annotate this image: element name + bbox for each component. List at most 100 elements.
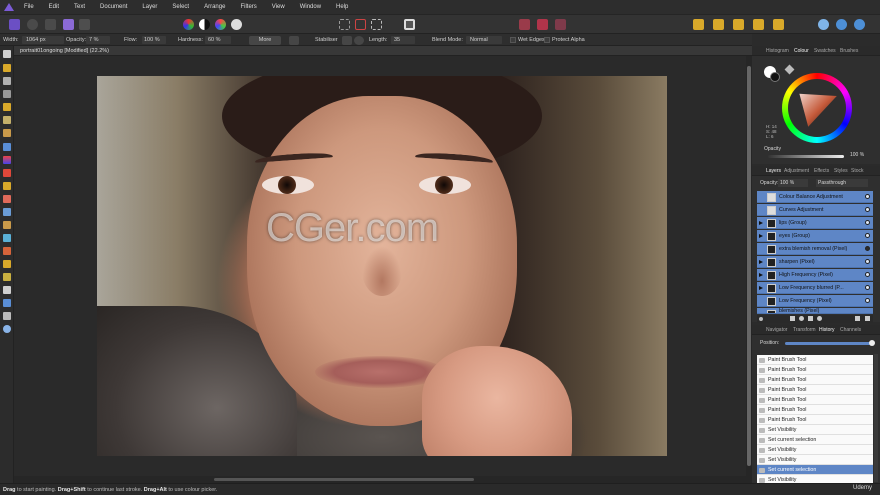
crop-tool-icon[interactable] [3,90,11,98]
pen-tool-icon[interactable] [3,286,11,294]
assistant-icon[interactable] [519,19,530,30]
tab-styles[interactable]: Styles [834,168,848,174]
position-slider[interactable] [785,342,873,345]
history-item[interactable]: Paint Brush Tool [757,395,873,405]
brush-settings-icon[interactable] [289,35,299,45]
blemish-removal-icon[interactable] [3,234,11,242]
liquify-persona-icon[interactable] [27,19,38,30]
visibility-icon[interactable] [865,259,870,264]
opacity-field[interactable]: 7 % [86,36,110,44]
history-item[interactable]: Paint Brush Tool [757,365,873,375]
layer-row[interactable]: Colour Balance Adjustment [757,191,873,203]
adjustment-layer-icon[interactable] [799,316,804,321]
colour-replacement-icon[interactable] [3,182,11,190]
document-tab[interactable]: portrait01ongoing [Modified] (22.2%) [14,46,752,56]
tab-channels[interactable]: Channels [840,327,861,333]
layer-row[interactable]: eyes (Group) [757,230,873,242]
history-item[interactable]: Paint Brush Tool [757,375,873,385]
smudge-brush-icon[interactable] [3,273,11,281]
user-icon[interactable] [818,19,829,30]
view-tool-icon[interactable] [3,64,11,72]
marquee-tool-icon[interactable] [3,129,11,137]
menu-layer[interactable]: Layer [142,4,157,10]
tab-navigator[interactable]: Navigator [766,327,787,333]
menu-help[interactable]: Help [336,4,348,10]
menu-document[interactable]: Document [100,4,127,10]
layer-row[interactable]: Curves Adjustment [757,204,873,216]
tab-brushes[interactable]: Brushes [840,48,858,54]
paint-brush-tool-icon[interactable] [3,169,11,177]
flood-select-icon[interactable] [3,116,11,124]
protect-alpha-checkbox[interactable] [544,37,550,43]
auto-levels-icon[interactable] [183,19,194,30]
snapping-icon[interactable] [537,19,548,30]
visibility-icon[interactable] [865,233,870,238]
history-item[interactable]: Paint Brush Tool [757,415,873,425]
add-pixel-layer-icon[interactable] [855,316,860,321]
selection-brush-icon[interactable] [3,103,11,111]
visibility-icon[interactable] [865,246,870,251]
layer-row[interactable]: Low Frequency (Pixel) [757,295,873,307]
red-eye-icon[interactable] [3,247,11,255]
visibility-icon[interactable] [865,298,870,303]
layer-row[interactable]: lips (Group) [757,217,873,229]
blur-brush-icon[interactable] [3,260,11,268]
tab-stock[interactable]: Stock [851,168,864,174]
deselect-icon[interactable] [355,19,366,30]
history-item[interactable]: Paint Brush Tool [757,405,873,415]
tab-layers[interactable]: Layers [766,168,781,174]
erase-brush-icon[interactable] [3,195,11,203]
horizontal-scrollbar[interactable] [14,476,752,483]
auto-contrast-icon[interactable] [199,19,210,30]
vertical-scroll-thumb[interactable] [747,66,751,466]
delete-layer-icon[interactable] [865,316,870,321]
visibility-icon[interactable] [865,272,870,277]
history-item[interactable]: Set Visibility [757,455,873,465]
marquee-selection-icon[interactable] [339,19,350,30]
horizontal-scroll-thumb[interactable] [214,478,474,481]
menu-arrange[interactable]: Arrange [204,4,225,10]
text-tool-icon[interactable] [3,312,11,320]
history-item[interactable]: Set Visibility [757,445,873,455]
develop-persona-icon[interactable] [45,19,56,30]
visibility-icon[interactable] [865,194,870,199]
arrange-forward-icon[interactable] [733,19,744,30]
arrange-back-icon[interactable] [693,19,704,30]
tab-swatches[interactable]: Swatches [814,48,836,54]
wet-edges-checkbox[interactable] [510,37,516,43]
shape-tool-icon[interactable] [3,299,11,307]
menu-view[interactable]: View [272,4,285,10]
history-item[interactable]: Set Visibility [757,425,873,435]
history-item[interactable]: Set current selection [757,435,873,445]
layer-settings-icon[interactable] [759,317,763,321]
menu-filters[interactable]: Filters [240,4,256,10]
layer-row[interactable]: extra blemish removal (Pixel) [757,243,873,255]
auto-colours-icon[interactable] [215,19,226,30]
length-field[interactable]: 35 [391,36,415,44]
colour-opacity-slider[interactable] [768,155,844,158]
mask-layer-icon[interactable] [790,316,795,321]
fx-icon[interactable] [808,316,813,321]
arrange-front-icon[interactable] [753,19,764,30]
visibility-icon[interactable] [865,220,870,225]
menu-file[interactable]: File [24,4,34,10]
clone-brush-icon[interactable] [3,221,11,229]
flood-fill-icon[interactable] [3,143,11,151]
rope-mode-icon[interactable] [342,35,352,45]
arrange-backward-icon[interactable] [713,19,724,30]
tab-history[interactable]: History [819,327,835,333]
layer-opacity-field[interactable]: 100 % [778,179,808,187]
dodge-brush-icon[interactable] [3,208,11,216]
position-slider-knob[interactable] [869,340,875,346]
expand-icon[interactable] [759,233,763,238]
layer-row[interactable]: blemishes (Pixel) [757,308,873,314]
quick-mask-icon[interactable] [404,19,415,30]
menu-select[interactable]: Select [172,4,189,10]
menu-window[interactable]: Window [300,4,321,10]
tone-mapping-persona-icon[interactable] [63,19,74,30]
expand-icon[interactable] [759,220,763,225]
history-item[interactable]: Set current selection [757,465,873,475]
align-icon[interactable] [773,19,784,30]
auto-white-balance-icon[interactable] [231,19,242,30]
layer-row[interactable]: High Frequency (Pixel) [757,269,873,281]
